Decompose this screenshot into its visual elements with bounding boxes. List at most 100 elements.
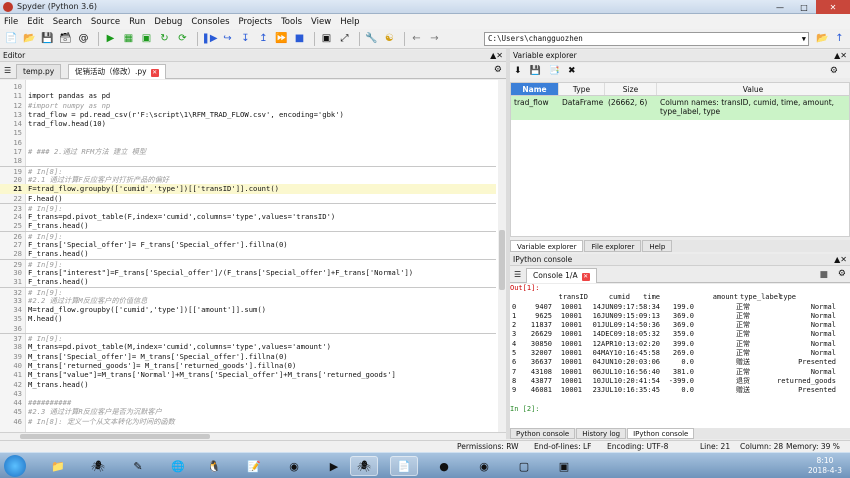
menu-edit[interactable]: Edit	[27, 17, 43, 27]
close-tab-icon[interactable]: ✕	[581, 273, 590, 281]
code-line[interactable]: 42 M_trans.head()	[0, 380, 496, 389]
camera-app-icon[interactable]: ▢	[510, 456, 538, 476]
pane-close-icon[interactable]: ▲✕	[834, 50, 847, 62]
column-header-name[interactable]: Name	[511, 83, 559, 95]
code-line[interactable]: 40 M_trans['returned_goods']= M_trans['re…	[0, 361, 496, 370]
code-line[interactable]: 21 F=trad_flow.groupby(['cumid','type'])[…	[0, 184, 496, 194]
menu-view[interactable]: View	[311, 17, 331, 27]
maximize-pane-icon[interactable]: ▣	[319, 31, 334, 46]
editor-horizontal-scrollbar[interactable]	[0, 432, 506, 440]
step-into-icon[interactable]: ↧	[238, 31, 253, 46]
options-gear-icon[interactable]: ⚙	[494, 65, 502, 75]
preferences-icon[interactable]: 🔧	[364, 31, 379, 46]
menu-consoles[interactable]: Consoles	[191, 17, 229, 27]
tab-console-1a[interactable]: Console 1/A ✕	[526, 268, 597, 283]
tab-history-log[interactable]: History log	[576, 428, 627, 439]
at-icon[interactable]: @	[76, 31, 91, 46]
spyder-taskbar-icon[interactable]: 🕷	[350, 456, 378, 476]
tab-help[interactable]: Help	[642, 240, 673, 252]
code-line[interactable]: 34 M=trad_flow.groupby(['cumid','type'])[…	[0, 305, 496, 314]
step-icon[interactable]: ↪	[220, 31, 235, 46]
parent-dir-icon[interactable]: ↑	[832, 31, 847, 46]
media-app-icon[interactable]: ▶	[320, 456, 348, 476]
menu-search[interactable]: Search	[53, 17, 82, 27]
options-gear-icon[interactable]: ⚙	[838, 269, 846, 279]
tab-file-explorer[interactable]: File explorer	[584, 240, 642, 252]
code-line[interactable]: 11 import pandas as pd	[0, 91, 496, 100]
back-arrow-icon[interactable]: ←	[409, 31, 424, 46]
fullscreen-icon[interactable]: ⤢	[337, 31, 352, 46]
menu-file[interactable]: File	[4, 17, 18, 27]
pane-close-icon[interactable]: ▲✕	[490, 50, 503, 62]
close-icon[interactable]: ✕	[816, 0, 850, 14]
options-gear-icon[interactable]: ⚙	[830, 66, 838, 76]
column-header-value[interactable]: Value	[657, 83, 849, 95]
tab-promo-py[interactable]: 促销活动（修改）.py ✕	[68, 64, 166, 79]
code-line[interactable]: 27 F_trans['Special_offer']= F_trans['Spe…	[0, 240, 496, 249]
column-header-size[interactable]: Size	[605, 83, 657, 95]
forward-arrow-icon[interactable]: →	[427, 31, 442, 46]
start-button[interactable]	[4, 455, 26, 477]
code-line[interactable]: 30 F_trans["interest"]=F_trans['Special_o…	[0, 268, 496, 277]
run-icon[interactable]: ▶	[103, 31, 118, 46]
code-line[interactable]: 36	[0, 324, 496, 333]
remove-all-icon[interactable]: ✖	[568, 66, 576, 76]
column-header-type[interactable]: Type	[559, 83, 605, 95]
debug-icon[interactable]: ❚▶	[201, 31, 217, 46]
menu-help[interactable]: Help	[340, 17, 359, 27]
tab-ipython-console[interactable]: IPython console	[627, 428, 695, 439]
save-as-icon[interactable]: 📑	[549, 66, 560, 76]
browser-icon[interactable]: 🌐	[164, 456, 192, 476]
step-return-icon[interactable]: ↥	[256, 31, 271, 46]
code-line[interactable]: 14 trad_flow.head(10)	[0, 119, 496, 128]
code-line[interactable]: 31 F_trans.head()	[0, 277, 496, 286]
red-app-icon[interactable]: ●	[430, 456, 458, 476]
code-line[interactable]: 12 #import numpy as np	[0, 101, 496, 110]
browse-folder-icon[interactable]: 📂	[815, 31, 830, 46]
tab-variable-explorer[interactable]: Variable explorer	[510, 240, 584, 252]
code-line[interactable]: 38 M_trans=pd.pivot_table(M,index='cumid'…	[0, 342, 496, 351]
stop-debug-icon[interactable]: ■	[292, 31, 307, 46]
green-app-icon[interactable]: ◉	[280, 456, 308, 476]
code-line[interactable]: 13 trad_flow = pd.read_csv(r'F:\script\1\…	[0, 110, 496, 119]
ipython-console[interactable]: Out[1]: transID cumid time amount type_label…	[510, 284, 850, 428]
import-data-icon[interactable]: ⬇	[514, 66, 522, 76]
code-line[interactable]: 32 # In[9]:	[0, 286, 496, 297]
stop-kernel-icon[interactable]: ■	[819, 270, 828, 280]
python-path-icon[interactable]: ☯	[382, 31, 397, 46]
code-line[interactable]: 20 #2.1 通过计算F反应客户对打折产品的偏好	[0, 175, 496, 184]
close-tab-icon[interactable]: ✕	[150, 69, 159, 77]
code-line[interactable]: 22 F.head()	[0, 194, 496, 203]
code-line[interactable]: 10	[0, 82, 496, 91]
blue-app-icon[interactable]: ▣	[550, 456, 578, 476]
save-data-icon[interactable]: 💾	[530, 66, 541, 76]
code-line[interactable]: 19 # In[8]:	[0, 165, 496, 176]
code-line[interactable]: 43	[0, 389, 496, 398]
code-editor[interactable]: 10 11 import pandas as pd 12 #import numpy a…	[0, 80, 506, 432]
code-line[interactable]: 26 # In[9]:	[0, 230, 496, 241]
code-line[interactable]: 18	[0, 156, 496, 165]
qq-icon[interactable]: 🐧	[200, 456, 228, 476]
presentation-app-icon[interactable]: 📄	[390, 456, 418, 476]
chevron-down-icon[interactable]: ▼	[802, 33, 806, 45]
system-clock[interactable]: 8:10 2018-4-3	[808, 456, 842, 476]
menu-projects[interactable]: Projects	[239, 17, 273, 27]
code-line[interactable]: 45 #2.3 通过计算R反应客户是否为沉默客户	[0, 407, 496, 416]
code-line[interactable]: 39 M_trans['Special_offer']= M_trans['Spe…	[0, 352, 496, 361]
editor-vertical-scrollbar[interactable]	[498, 80, 506, 432]
tab-list-icon[interactable]: ☰	[4, 66, 11, 75]
open-file-icon[interactable]: 📂	[22, 31, 37, 46]
menu-run[interactable]: Run	[129, 17, 145, 27]
pane-close-icon[interactable]: ▲✕	[834, 254, 847, 266]
variable-row[interactable]: trad_flow DataFrame (26662, 6) Column na…	[511, 96, 849, 120]
code-line[interactable]: 44 ##########	[0, 398, 496, 407]
run-cell-advance-icon[interactable]: ▣	[139, 31, 154, 46]
explorer-icon[interactable]: 📁	[44, 456, 72, 476]
code-line[interactable]: 25 F_trans.head()	[0, 221, 496, 230]
code-line[interactable]: 46 # In[8]: 定义一个从文本转化为时间的函数	[0, 417, 496, 426]
in-prompt[interactable]: In [2]:	[510, 405, 850, 414]
document-app-icon[interactable]: 📝	[240, 456, 268, 476]
spider-app-icon[interactable]: 🕷	[84, 456, 112, 476]
menu-debug[interactable]: Debug	[154, 17, 182, 27]
save-all-icon[interactable]: 🗃	[58, 31, 73, 46]
